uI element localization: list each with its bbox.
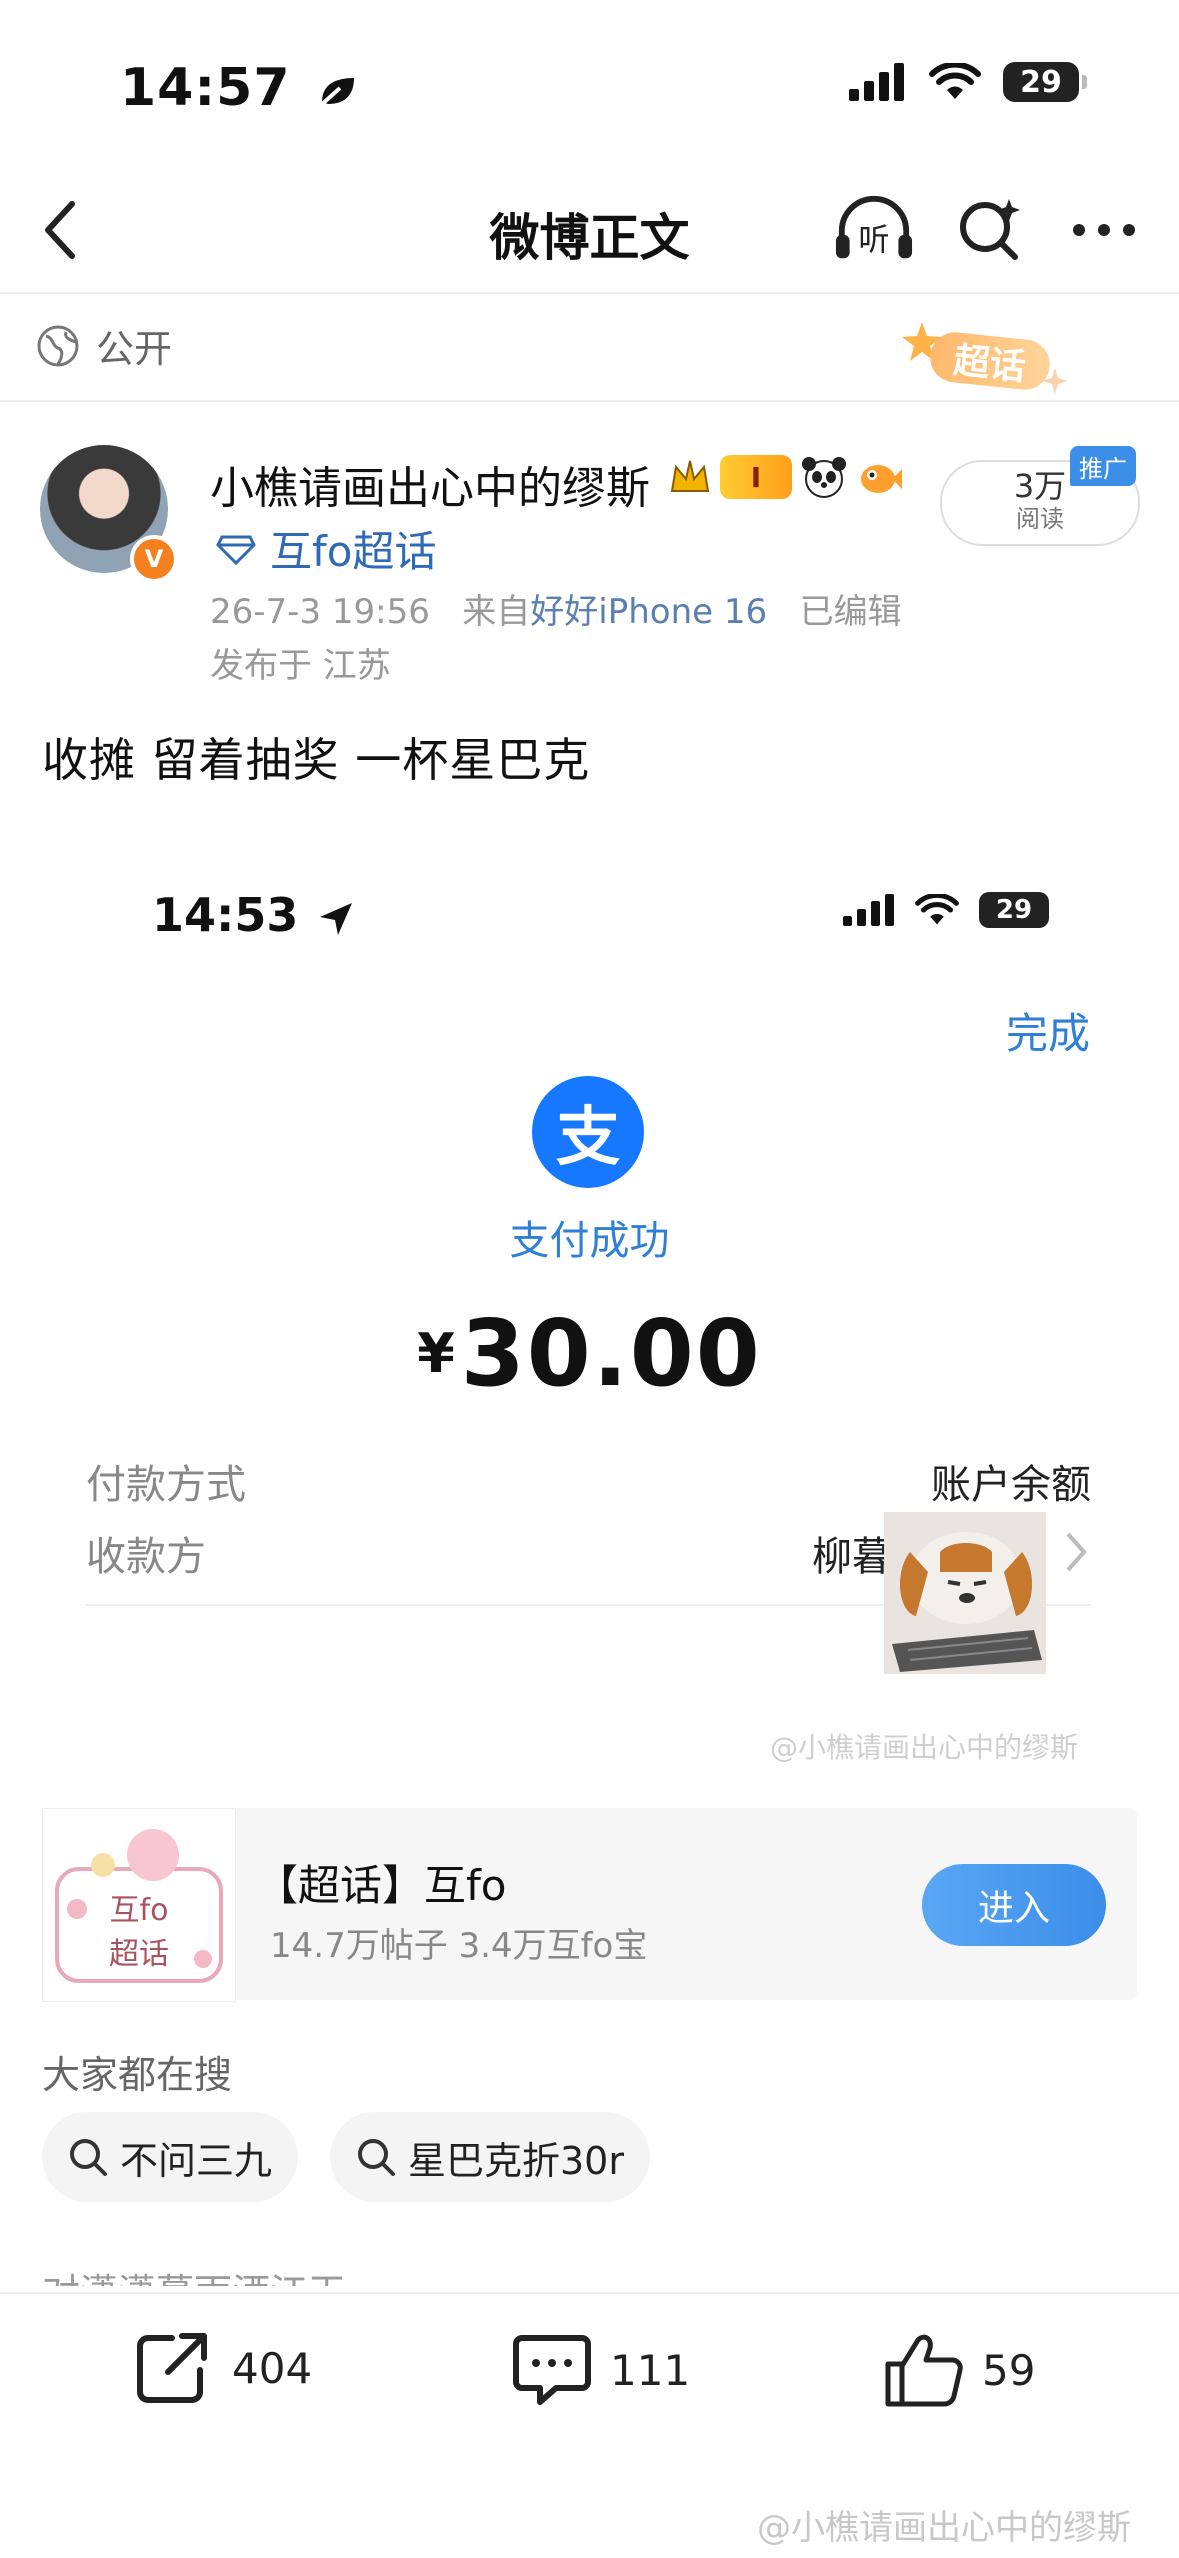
like-count: 59 — [982, 2345, 1036, 2395]
enter-button[interactable]: 进入 — [922, 1864, 1106, 1946]
sparkle-icon — [1042, 368, 1068, 394]
more-button[interactable] — [1064, 190, 1144, 270]
thumb-text-line1: 互fo — [109, 1893, 169, 1928]
payment-amount: ¥30.00 — [0, 1300, 1179, 1407]
search-sparkle-icon — [960, 199, 1020, 260]
embedded-signal-icon — [843, 894, 894, 926]
author-topic-link[interactable]: 互fo超话 — [216, 518, 436, 579]
more-dots-icon — [1073, 224, 1135, 236]
visibility-row: 公开 — [36, 318, 172, 373]
verified-badge: V — [130, 535, 178, 583]
post-meta: 26-7-3 19:56 来自好好iPhone 16 已编辑 — [210, 584, 902, 633]
diamond-icon — [216, 535, 256, 565]
nav-divider — [0, 292, 1179, 294]
super-topic-thumb-text: 互fo 超话 — [43, 1889, 235, 1977]
bottom-watermark: @小樵请画出心中的缪斯 — [757, 2508, 1131, 2548]
alipay-logo-icon: 支 — [532, 1076, 644, 1188]
like-button[interactable]: 59 — [884, 2330, 1035, 2410]
super-topic-badge[interactable]: 超话 — [900, 320, 1080, 396]
crown-icon — [670, 460, 710, 492]
amount-value: 30.00 — [460, 1300, 762, 1407]
payee-value: 柳暮 — [812, 1534, 892, 1580]
repost-button[interactable]: 404 — [134, 2330, 312, 2406]
thumb-text-line2: 超话 — [109, 1937, 169, 1972]
embedded-status-time: 14:53 — [152, 888, 354, 942]
repost-icon — [137, 2333, 207, 2403]
super-topic-thumbnail: 互fo 超话 — [42, 1808, 236, 2002]
svg-text:听: 听 — [858, 222, 889, 258]
embedded-watermark: @小樵请画出心中的缪斯 — [770, 1731, 1079, 1764]
globe-icon — [37, 325, 79, 366]
search-chip-label: 不问三九 — [120, 2138, 273, 2183]
panda-icon — [802, 457, 846, 498]
read-count-label: 阅读 — [1016, 505, 1064, 533]
embedded-wifi-icon — [915, 894, 959, 925]
currency-symbol: ¥ — [417, 1322, 455, 1385]
repost-count: 404 — [232, 2343, 313, 2393]
post-location: 发布于 江苏 — [210, 646, 391, 686]
done-button[interactable]: 完成 — [1006, 1000, 1090, 1061]
thumbs-up-icon — [885, 2334, 963, 2407]
search-chip-label: 星巴克折30r — [408, 2138, 624, 2183]
promo-tag: 推广 — [1070, 446, 1136, 486]
visibility-label: 公开 — [96, 327, 173, 371]
fish-icon — [861, 465, 902, 493]
payment-method-label: 付款方式 — [86, 1462, 246, 1508]
comment-button[interactable]: 111 — [512, 2330, 690, 2410]
post-timestamp: 26-7-3 19:56 — [210, 592, 430, 632]
listen-button[interactable]: 听 — [834, 190, 914, 270]
search-icon — [358, 2139, 395, 2176]
embedded-time-text: 14:53 — [152, 888, 299, 942]
post-text: 收摊 留着抽奖 一杯星巴克 — [42, 733, 591, 787]
payment-status: 支付成功 — [509, 1218, 670, 1264]
post-source[interactable]: 好好iPhone 16 — [530, 592, 767, 632]
search-button[interactable] — [950, 190, 1030, 270]
dog-at-keyboard-icon — [884, 1512, 1046, 1674]
embedded-battery-level: 29 — [995, 895, 1033, 925]
comment-count: 111 — [610, 2345, 691, 2395]
super-topic-badge-label: 超话 — [927, 329, 1053, 393]
wifi-icon — [929, 63, 981, 99]
chevron-right-icon[interactable] — [1062, 1530, 1090, 1574]
battery-level: 29 — [1020, 64, 1062, 100]
headphones-listen-icon: 听 — [835, 195, 913, 258]
author-name[interactable]: 小樵请画出心中的缪斯 — [210, 452, 650, 516]
level-badge-text: I — [750, 460, 762, 494]
visibility-divider — [0, 400, 1179, 402]
super-topic-title: 【超话】互fo — [256, 1861, 507, 1910]
source-prefix: 来自 — [462, 592, 531, 632]
trending-search-heading: 大家都在搜 — [42, 2053, 233, 2097]
embedded-status-indicators: 29 — [843, 892, 1049, 928]
search-chip[interactable]: 星巴克折30r — [330, 2112, 650, 2202]
comment-icon — [513, 2335, 591, 2405]
status-time: 14:57 — [120, 58, 360, 118]
author-badges: I — [668, 455, 904, 499]
alipay-logo-char: 支 — [556, 1101, 620, 1175]
embedded-battery: 29 — [979, 892, 1049, 928]
payee-label: 收款方 — [86, 1534, 206, 1580]
cut-off-text: 对潇潇暮雨洒江天 — [42, 2262, 346, 2286]
status-indicators: 29 — [849, 62, 1087, 102]
search-icon — [70, 2139, 107, 2176]
search-chip[interactable]: 不问三九 — [42, 2112, 299, 2202]
status-time-text: 14:57 — [120, 58, 291, 118]
dog-sticker-image — [884, 1512, 1046, 1674]
cellular-signal-icon — [849, 63, 904, 101]
edited-label[interactable]: 已编辑 — [800, 592, 902, 632]
location-arrow-icon — [320, 902, 353, 935]
level-badge: I — [720, 455, 792, 499]
super-topic-stats: 14.7万帖子 3.4万互fo宝 — [270, 1926, 648, 1966]
topic-link-text: 互fo超话 — [270, 527, 437, 576]
battery-indicator: 29 — [1003, 62, 1087, 102]
focus-leaf-icon — [318, 78, 354, 108]
payment-method-value: 账户余额 — [931, 1462, 1091, 1508]
